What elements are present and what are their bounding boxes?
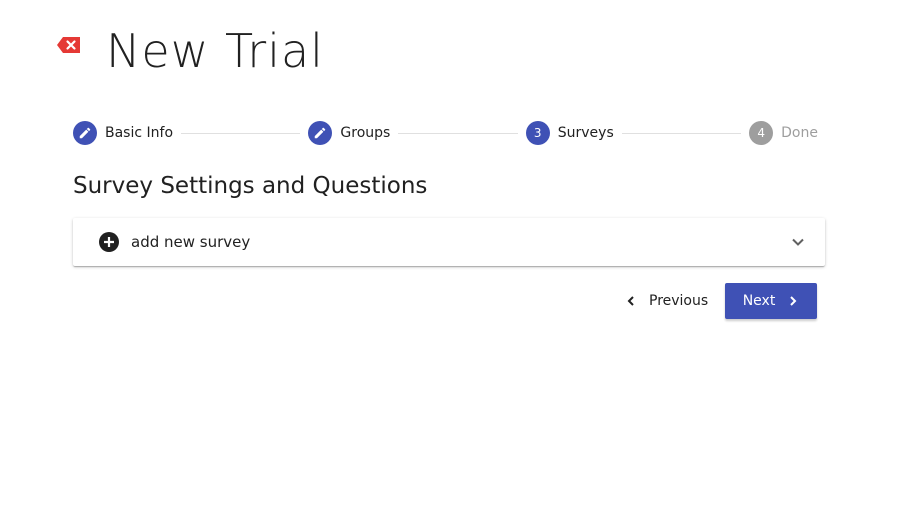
backspace-x-icon	[57, 37, 80, 53]
add-survey-panel[interactable]: add new survey	[73, 218, 825, 266]
previous-label: Previous	[649, 293, 709, 309]
step-circle	[308, 121, 333, 145]
step-number-badge: 4	[749, 121, 774, 145]
step-circle	[73, 121, 97, 145]
step-connector	[398, 132, 518, 134]
step-groups[interactable]: Groups	[308, 121, 390, 145]
panel-label: add new survey	[131, 233, 251, 251]
step-label: Surveys	[557, 125, 614, 141]
section-title: Survey Settings and Questions	[73, 173, 428, 199]
pencil-icon	[315, 127, 326, 139]
previous-button[interactable]: Previous	[617, 284, 716, 318]
close-trial-button[interactable]	[56, 35, 82, 55]
step-number-badge: 3	[525, 121, 550, 145]
next-label: Next	[742, 293, 776, 309]
step-label: Done	[781, 125, 818, 141]
step-connector	[181, 132, 301, 134]
step-basic-info[interactable]: Basic Info	[73, 121, 173, 145]
step-connector	[621, 132, 742, 134]
page-title: New Trial	[106, 24, 324, 78]
chevron-right-icon	[790, 296, 797, 306]
plus-circle-icon	[99, 232, 119, 252]
step-done: 4 Done	[749, 121, 818, 145]
step-label: Groups	[340, 125, 391, 141]
stepper: Basic Info Groups 3 Surveys 4 Done	[73, 121, 818, 145]
chevron-left-icon	[627, 296, 634, 306]
step-surveys[interactable]: 3 Surveys	[525, 121, 614, 145]
next-button[interactable]: Next	[725, 283, 817, 319]
pencil-icon	[79, 127, 91, 139]
step-label: Basic Info	[105, 125, 174, 141]
chevron-down-icon[interactable]	[791, 237, 805, 247]
